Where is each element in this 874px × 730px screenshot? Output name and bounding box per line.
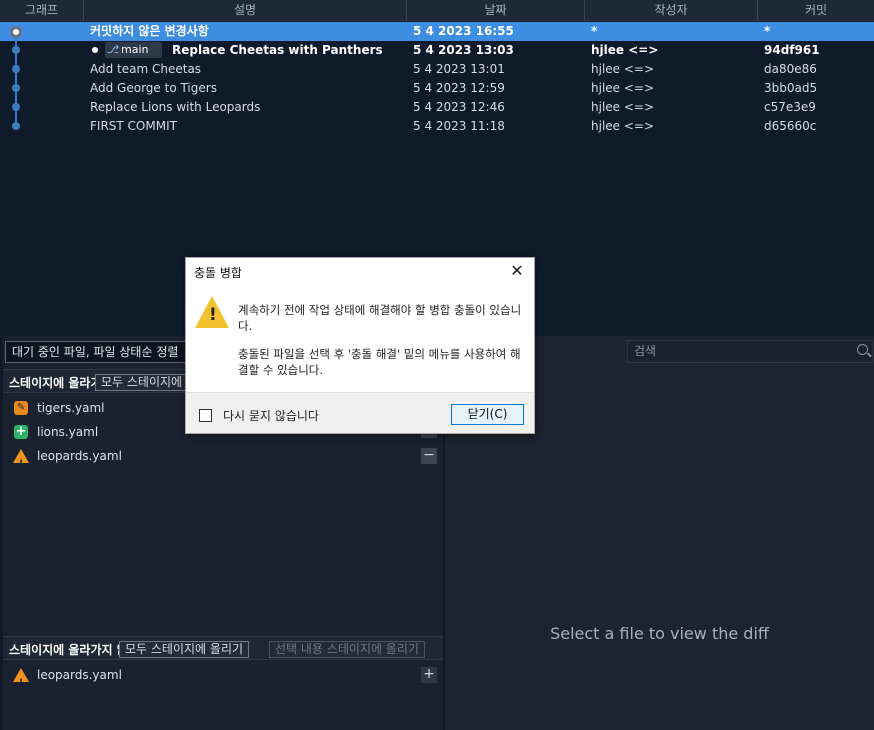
close-button[interactable]: 닫기(C): [451, 404, 524, 425]
search-icon: [857, 344, 868, 355]
row-commit: da80e86: [764, 62, 817, 76]
column-header-description[interactable]: 설명: [84, 0, 407, 21]
conflict-file-icon: !: [13, 668, 29, 688]
search-placeholder: 검색: [634, 344, 657, 358]
column-header-commit[interactable]: 커밋: [758, 0, 874, 21]
row-commit: 3bb0ad5: [764, 81, 818, 95]
history-header: 그래프 설명 날짜 작성자 커밋: [0, 0, 874, 21]
graph-node: [12, 84, 20, 92]
row-commit: *: [764, 24, 771, 38]
modified-file-icon: ✎: [14, 401, 28, 415]
conflict-file-icon: !: [13, 449, 29, 469]
row-description: Replace Cheetas with Panthers: [172, 43, 383, 57]
row-description: 커밋하지 않은 변경사항: [90, 24, 209, 38]
row-author: *: [591, 24, 598, 38]
row-date: 5 4 2023 13:01: [413, 62, 505, 76]
dont-ask-checkbox[interactable]: [199, 409, 212, 422]
branch-tag-main[interactable]: ⎇ main: [105, 42, 162, 58]
branch-icon: ⎇: [106, 43, 120, 56]
graph-node: [12, 122, 20, 130]
branch-tag-label: main: [121, 43, 149, 56]
close-icon[interactable]: ✕: [506, 260, 528, 282]
row-date: 5 4 2023 16:55: [413, 24, 514, 38]
row-description: Add George to Tigers: [90, 81, 217, 95]
warning-icon: !: [195, 296, 229, 328]
column-header-author[interactable]: 작성자: [585, 0, 758, 21]
file-name: leopards.yaml: [37, 449, 122, 463]
staged-file-row[interactable]: ! leopards.yaml +: [3, 663, 443, 688]
history-row[interactable]: Add George to Tigers 5 4 2023 12:59 hjle…: [0, 79, 874, 98]
row-commit: 94df961: [764, 43, 820, 57]
row-description: Add team Cheetas: [90, 62, 202, 76]
history-row[interactable]: Replace Lions with Leopards 5 4 2023 12:…: [0, 98, 874, 117]
history-row[interactable]: FIRST COMMIT 5 4 2023 11:18 hjlee <=> d6…: [0, 117, 874, 136]
file-name: tigers.yaml: [37, 401, 105, 415]
row-description: FIRST COMMIT: [90, 119, 177, 133]
file-name: leopards.yaml: [37, 668, 122, 682]
merge-conflict-dialog: 충돌 병합 ✕ ! 계속하기 전에 작업 상태에 해결해야 할 병합 충돌이 있…: [185, 257, 535, 434]
diff-placeholder-text: Select a file to view the diff: [550, 624, 769, 643]
graph-node: [12, 46, 20, 54]
row-author: hjlee <=>: [591, 119, 655, 133]
dialog-message-detail: 충돌된 파일을 선택 후 '충돌 해결' 밑의 메뉴를 사용하여 해결할 수 있…: [238, 347, 521, 377]
stage-selected-button[interactable]: 선택 내용 스테이지에 올리기: [269, 641, 425, 658]
dialog-message: 계속하기 전에 작업 상태에 해결해야 할 병합 충돌이 있습니다.: [238, 303, 522, 333]
graph-node: [12, 65, 20, 73]
row-date: 5 4 2023 12:59: [413, 81, 505, 95]
staged-section-header: 스테이지에 올라가지 않은 파일 모두 스테이지에 올리기 선택 내용 스테이지…: [3, 636, 443, 660]
added-file-icon: +: [14, 424, 28, 439]
graph-node-uncommitted: [10, 26, 22, 38]
row-commit: c57e3e9: [764, 100, 816, 114]
row-author: hjlee <=>: [591, 81, 655, 95]
row-date: 5 4 2023 11:18: [413, 119, 505, 133]
dont-ask-label[interactable]: 다시 묻지 않습니다: [223, 407, 319, 424]
history-row-uncommitted[interactable]: 커밋하지 않은 변경사항 5 4 2023 16:55 * *: [0, 22, 874, 41]
file-name: lions.yaml: [37, 425, 99, 439]
row-date: 5 4 2023 12:46: [413, 100, 505, 114]
column-header-graph[interactable]: 그래프: [0, 0, 84, 21]
stage-all-button-bottom[interactable]: 모두 스테이지에 올리기: [119, 641, 250, 658]
row-commit: d65660c: [764, 119, 817, 133]
column-header-date[interactable]: 날짜: [407, 0, 585, 21]
search-input[interactable]: 검색: [627, 340, 873, 363]
graph-node: [12, 103, 20, 111]
row-description: Replace Lions with Leopards: [90, 100, 261, 114]
unstaged-file-row[interactable]: ! leopards.yaml −: [3, 444, 443, 469]
row-author: hjlee <=>: [591, 100, 655, 114]
row-author: hjlee <=>: [591, 43, 659, 57]
history-row[interactable]: Add team Cheetas 5 4 2023 13:01 hjlee <=…: [0, 60, 874, 79]
dialog-title: 충돌 병합: [194, 266, 242, 280]
row-author: hjlee <=>: [591, 62, 655, 76]
stage-file-button[interactable]: −: [421, 448, 437, 464]
stage-file-button[interactable]: +: [421, 667, 437, 683]
row-date: 5 4 2023 13:03: [413, 43, 514, 57]
dialog-footer: 다시 묻지 않습니다 닫기(C): [186, 392, 534, 433]
head-bullet-icon: [92, 47, 98, 53]
